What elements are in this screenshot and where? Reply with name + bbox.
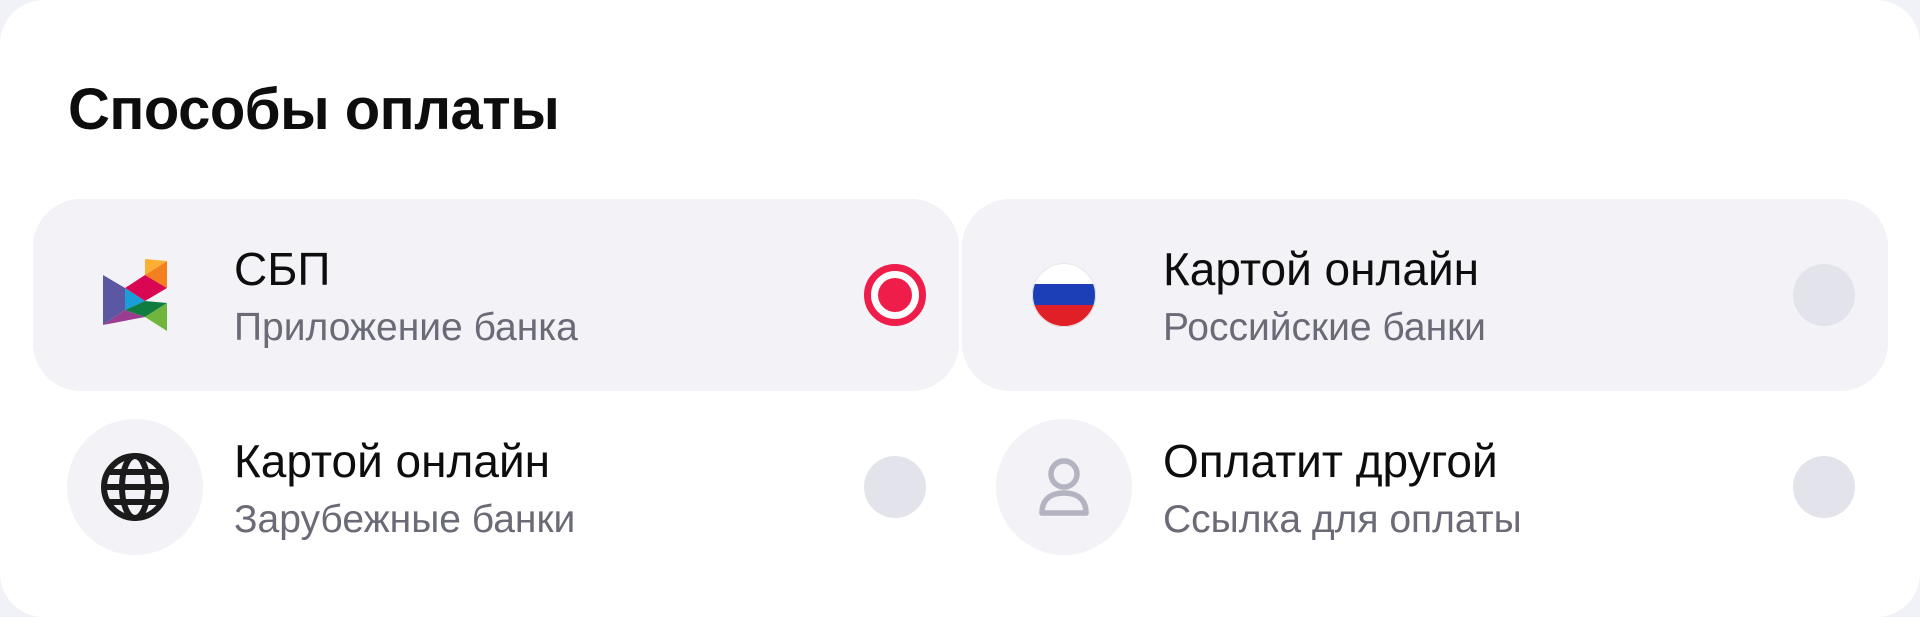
option-title: СБП xyxy=(234,243,331,295)
option-title: Оплатит другой xyxy=(1163,435,1498,487)
radio-dot xyxy=(878,278,912,312)
option-subtitle: Российские банки xyxy=(1163,306,1486,349)
payment-methods-card: Способы оплаты СБП Приложение банка Карт… xyxy=(0,0,1920,617)
payment-option-other-payer[interactable]: Оплатит другой Ссылка для оплаты xyxy=(962,391,1888,583)
option-title: Картой онлайн xyxy=(1163,243,1480,295)
option-subtitle: Приложение банка xyxy=(234,306,578,349)
radio-unselected[interactable] xyxy=(1793,264,1855,326)
radio-unselected[interactable] xyxy=(864,456,926,518)
person-icon xyxy=(996,419,1132,555)
radio-selected[interactable] xyxy=(864,264,926,326)
option-title: Картой онлайн xyxy=(234,435,551,487)
payment-option-sbp[interactable]: СБП Приложение банка xyxy=(33,199,959,391)
payment-option-card-russian[interactable]: Картой онлайн Российские банки xyxy=(962,199,1888,391)
payment-option-card-foreign[interactable]: Картой онлайн Зарубежные банки xyxy=(33,391,959,583)
russia-flag-icon xyxy=(996,227,1132,363)
option-subtitle: Ссылка для оплаты xyxy=(1163,498,1522,541)
option-subtitle: Зарубежные банки xyxy=(234,498,576,541)
sbp-logo-icon xyxy=(67,227,203,363)
section-title: Способы оплаты xyxy=(68,77,560,142)
radio-unselected[interactable] xyxy=(1793,456,1855,518)
globe-icon xyxy=(67,419,203,555)
